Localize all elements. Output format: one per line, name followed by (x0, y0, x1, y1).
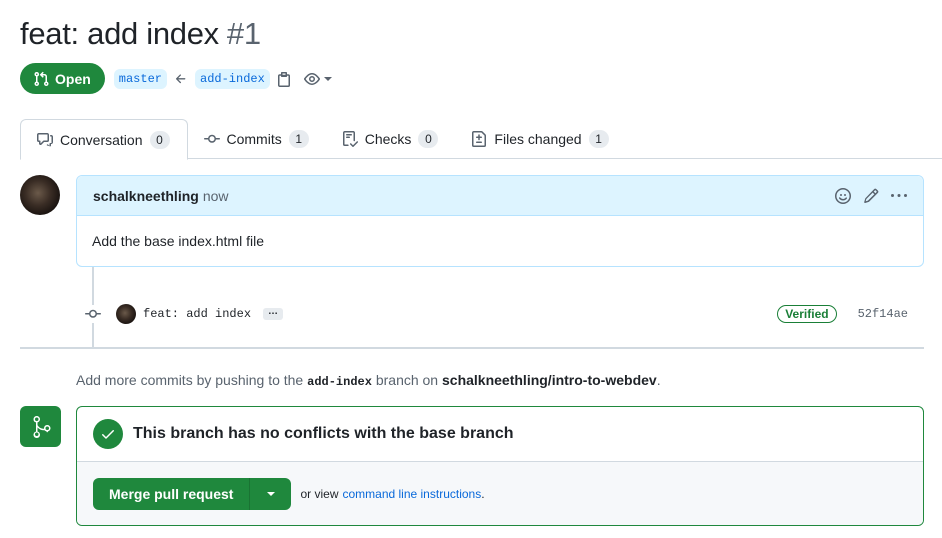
merge-box: This branch has no conflicts with the ba… (76, 406, 924, 526)
verified-badge[interactable]: Verified (777, 305, 837, 323)
tab-conversation-count: 0 (149, 130, 170, 149)
checklist-icon (342, 131, 358, 147)
merge-button-group: Merge pull request (93, 478, 292, 510)
git-merge-icon (20, 406, 61, 447)
push-hint-suffix: . (656, 372, 661, 388)
copy-icon[interactable] (276, 71, 292, 87)
merge-options-dropdown[interactable] (250, 478, 291, 510)
merge-alt-suffix: . (481, 487, 485, 501)
tab-commits-label: Commits (226, 131, 282, 147)
avatar[interactable] (20, 175, 60, 215)
pr-state-label: Open (55, 70, 91, 87)
comment-discussion-icon (37, 132, 53, 146)
comment-card: schalkneethling now Add the base index.h… (76, 175, 924, 267)
merge-alt-prefix: or view (300, 487, 339, 501)
commit-author-avatar[interactable] (116, 304, 136, 324)
push-hint-branch: add-index (307, 375, 372, 389)
comment-actions (835, 187, 907, 204)
command-line-instructions-link[interactable]: command line instructions (342, 487, 481, 501)
pr-title: feat: add index (20, 16, 219, 51)
push-hint-middle: branch on (375, 372, 439, 388)
comment-body: Add the base index.html file (92, 233, 264, 249)
push-hint: Add more commits by pushing to the add-i… (76, 372, 661, 389)
merge-status-text: This branch has no conflicts with the ba… (133, 425, 514, 442)
merge-actions: Merge pull request or view command line … (77, 462, 923, 525)
git-commit-icon (203, 134, 220, 143)
tab-conversation[interactable]: Conversation 0 (20, 119, 188, 160)
triangle-down-icon (323, 76, 332, 81)
commit-row: feat: add index … Verified 52f14ae (84, 303, 924, 325)
head-branch-label[interactable]: add-index (195, 68, 270, 89)
merge-pull-request-button[interactable]: Merge pull request (93, 478, 251, 510)
eye-icon (303, 72, 320, 85)
tab-checks[interactable]: Checks 0 (326, 119, 456, 159)
tab-checks-label: Checks (364, 131, 412, 147)
kebab-horizontal-icon[interactable] (891, 188, 907, 204)
base-branch-label[interactable]: master (113, 68, 167, 89)
pr-state-badge: Open (20, 63, 105, 94)
tab-commits-count: 1 (288, 130, 309, 148)
smiley-icon[interactable] (835, 187, 851, 204)
tab-conversation-label: Conversation (60, 131, 143, 148)
pr-number: #1 (226, 16, 261, 51)
check-circle-icon (93, 419, 123, 449)
comment-timestamp[interactable]: now (203, 188, 229, 204)
push-hint-repo: schalkneethling/intro-to-webdev (442, 372, 657, 388)
commit-sha[interactable]: 52f14ae (858, 307, 908, 321)
tab-commits[interactable]: Commits 1 (188, 119, 326, 159)
git-pull-request-icon (34, 71, 49, 86)
arrow-left-icon (174, 72, 188, 86)
triangle-down-icon (266, 492, 275, 496)
pr-title-row: feat: add index #1 (20, 16, 261, 52)
tab-files-changed-label: Files changed (494, 131, 582, 147)
comment-header: schalkneethling now (77, 176, 923, 216)
pr-meta-row: Open master add-index (20, 63, 332, 94)
commit-expand-button[interactable]: … (263, 307, 284, 320)
pr-tabs: Conversation 0 Commits 1 Checks 0 Files … (20, 119, 942, 160)
tab-files-changed-count: 1 (588, 130, 609, 148)
pencil-icon[interactable] (863, 188, 879, 204)
commit-message[interactable]: feat: add index (143, 307, 251, 321)
push-hint-prefix: Add more commits by pushing to the (76, 372, 304, 388)
git-commit-icon (84, 305, 102, 323)
timeline-divider (20, 347, 924, 349)
comment-author[interactable]: schalkneethling (93, 188, 199, 204)
tab-checks-count: 0 (418, 130, 439, 148)
merge-status: This branch has no conflicts with the ba… (77, 407, 923, 462)
file-diff-icon (472, 131, 487, 147)
tab-files-changed[interactable]: Files changed 1 (455, 119, 625, 159)
watch-dropdown[interactable] (303, 71, 332, 87)
